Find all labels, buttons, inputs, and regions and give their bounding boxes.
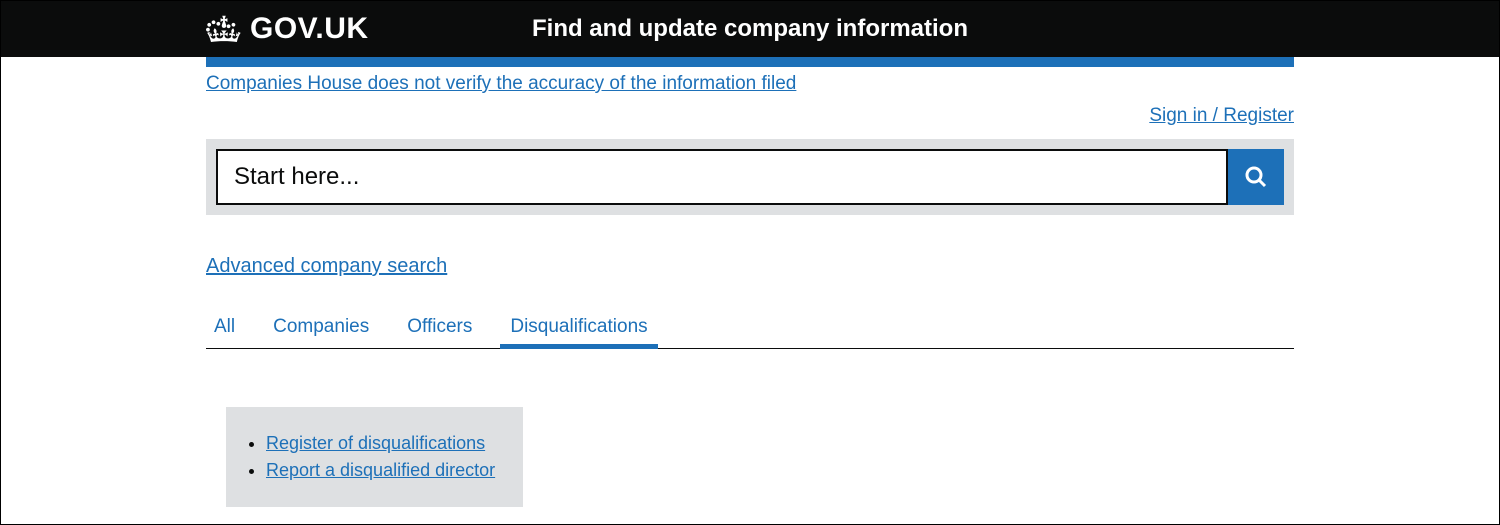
- info-box: Register of disqualifications Report a d…: [226, 407, 523, 507]
- main-content: Companies House does not verify the accu…: [1, 67, 1499, 507]
- tabs: All Companies Officers Disqualifications: [206, 306, 1294, 349]
- list-item: Report a disqualified director: [266, 460, 495, 481]
- search-icon: [1244, 165, 1268, 189]
- register-disqualifications-link[interactable]: Register of disqualifications: [266, 433, 485, 453]
- tab-companies[interactable]: Companies: [273, 306, 369, 348]
- tab-all[interactable]: All: [214, 306, 235, 348]
- govuk-text: GOV.UK: [250, 12, 369, 46]
- report-director-link[interactable]: Report a disqualified director: [266, 460, 495, 480]
- search-wrapper: [206, 139, 1294, 215]
- advanced-search-link[interactable]: Advanced company search: [206, 255, 447, 278]
- crown-icon: [206, 14, 242, 44]
- sign-in-row: Sign in / Register: [206, 105, 1294, 127]
- blue-bar: [206, 57, 1294, 67]
- header: GOV.UK Find and update company informati…: [1, 1, 1499, 57]
- search-button[interactable]: [1228, 149, 1284, 205]
- tab-officers[interactable]: Officers: [407, 306, 472, 348]
- disclaimer-link[interactable]: Companies House does not verify the accu…: [206, 73, 796, 95]
- search-input[interactable]: [216, 149, 1228, 205]
- govuk-logo[interactable]: GOV.UK: [206, 12, 369, 46]
- header-title: Find and update company information: [532, 15, 968, 43]
- tab-disqualifications[interactable]: Disqualifications: [510, 306, 647, 348]
- list-item: Register of disqualifications: [266, 433, 495, 454]
- sign-in-link[interactable]: Sign in / Register: [1149, 105, 1294, 126]
